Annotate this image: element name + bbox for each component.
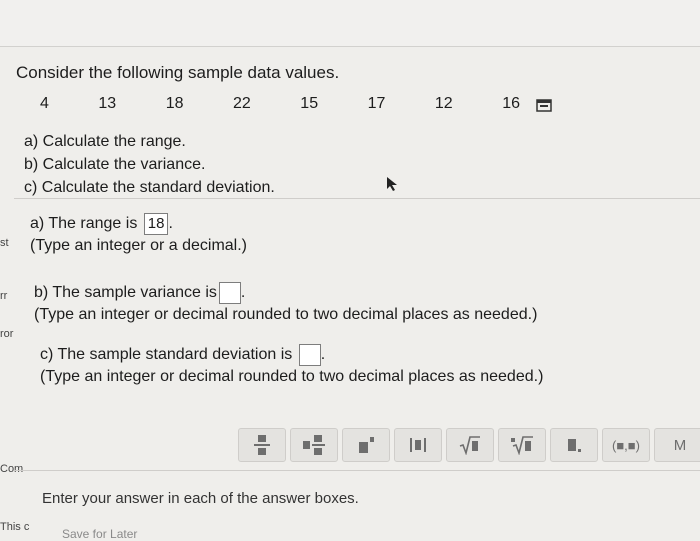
decimal-icon (568, 439, 581, 452)
value-item: 12 (434, 95, 453, 112)
range-answer-box[interactable]: 18 (143, 213, 169, 235)
std-dev-answer-box[interactable] (298, 344, 321, 366)
divider (14, 470, 700, 471)
decimal-button[interactable] (550, 428, 598, 462)
edge-text-fragment: This c (0, 521, 30, 533)
question-prompt: Consider the following sample data value… (16, 63, 340, 82)
more-button[interactable]: M (654, 428, 700, 462)
answer-b: b) The sample variance is. (Type an inte… (34, 282, 537, 326)
save-for-later-link[interactable]: Save for Later (62, 527, 137, 541)
answer-instruction: Enter your answer in each of the answer … (42, 490, 359, 507)
square-root-button[interactable] (446, 428, 494, 462)
answer-a-label: a) The range is (30, 215, 138, 233)
interval-button[interactable]: (■,■) (602, 428, 650, 462)
divider (14, 198, 700, 199)
mouse-cursor-icon (387, 177, 397, 191)
value-item: 16 (502, 95, 520, 112)
answer-c-label: c) The sample standard deviation is (40, 346, 293, 364)
exponent-button[interactable] (342, 428, 390, 462)
mixed-number-icon (303, 435, 325, 455)
top-bar (0, 0, 700, 47)
edge-text-fragment: rr (0, 290, 8, 302)
value-item: 22 (233, 95, 251, 112)
more-label: M (673, 436, 687, 454)
sample-values: 4 13 18 22 15 17 12 16 (40, 95, 520, 113)
part-c-text: c) Calculate the standard deviation. (24, 179, 275, 196)
edge-text-fragment: Com (0, 463, 24, 475)
interval-icon: (■,■) (612, 437, 640, 453)
nth-root-button[interactable] (498, 428, 546, 462)
fraction-button[interactable] (238, 428, 286, 462)
answer-c-hint: (Type an integer or decimal rounded to t… (40, 368, 544, 386)
math-toolbar: (■,■) M (238, 428, 700, 462)
question-parts: a) Calculate the range. b) Calculate the… (24, 130, 275, 199)
answer-b-hint: (Type an integer or decimal rounded to t… (34, 306, 538, 324)
copy-data-icon[interactable] (536, 99, 552, 112)
exponent-icon (359, 437, 374, 453)
variance-answer-box[interactable] (218, 282, 241, 304)
value-item: 4 (40, 95, 49, 112)
square-root-icon (459, 436, 480, 455)
answer-a: a) The range is 18. (Type an integer or … (30, 213, 247, 257)
fraction-icon (254, 435, 270, 455)
value-item: 13 (98, 95, 117, 112)
value-item: 18 (165, 95, 184, 112)
mixed-number-button[interactable] (290, 428, 338, 462)
answer-b-label: b) The sample variance is (34, 284, 217, 302)
part-a-text: a) Calculate the range. (24, 133, 186, 150)
part-b-text: b) Calculate the variance. (24, 156, 206, 173)
answer-a-hint: (Type an integer or a decimal.) (30, 237, 247, 255)
value-item: 15 (300, 95, 319, 112)
edge-text-fragment: st (0, 237, 9, 249)
absolute-value-button[interactable] (394, 428, 442, 462)
value-item: 17 (367, 95, 386, 112)
answer-c: c) The sample standard deviation is . (T… (40, 344, 543, 388)
absolute-value-icon (410, 438, 426, 452)
edge-text-fragment: ror (0, 328, 14, 340)
nth-root-icon (511, 436, 533, 455)
